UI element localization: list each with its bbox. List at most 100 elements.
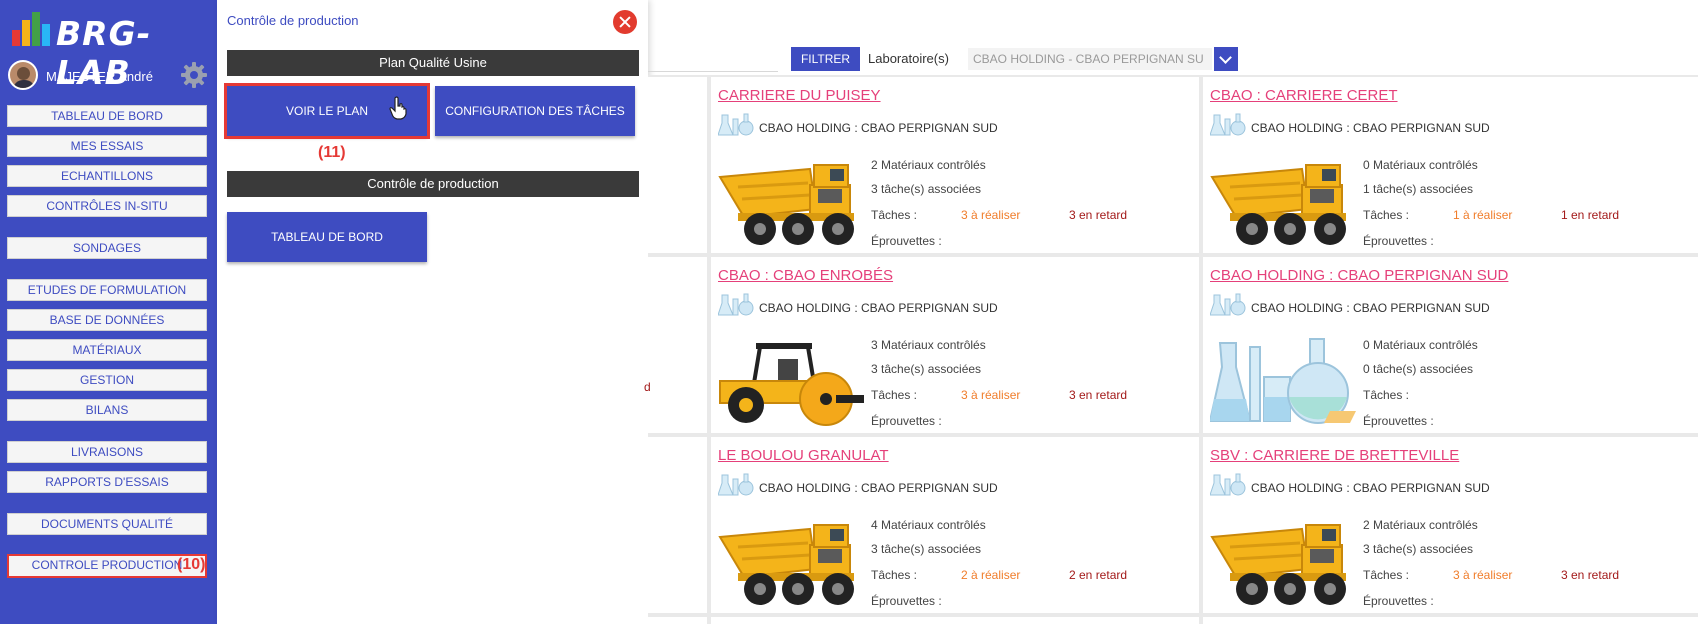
sidebar-item-documents-qualite[interactable]: DOCUMENTS QUALITÉ [7,513,207,535]
tasks-late: 3 en retard [1069,208,1128,222]
taches-label: Tâches : [1363,568,1410,582]
partial-card [648,437,707,613]
production-control-panel: Contrôle de production Plan Qualité Usin… [217,0,648,624]
site-card-lab: CBAO HOLDING : CBAO PERPIGNAN SUD [759,481,998,495]
annotation-11: (11) [318,144,346,161]
sidebar-item-livraisons[interactable]: LIVRAISONS [7,441,207,463]
taches-label: Tâches : [1363,208,1410,222]
tasks-late: 3 en retard [1561,568,1620,582]
dump-truck-icon [718,157,866,247]
sidebar-item-materiaux[interactable]: MATÉRIAUX [7,339,207,361]
partial-card [711,617,1199,624]
eprouvettes-label: Éprouvettes : [1363,594,1434,608]
site-card-lab: CBAO HOLDING : CBAO PERPIGNAN SUD [1251,301,1490,315]
site-card-title[interactable]: CARRIERE DU PUISEY [718,87,881,104]
site-card[interactable]: CBAO HOLDING : CBAO PERPIGNAN SUD CBAO H… [1203,257,1698,433]
lab-glassware-icon [1210,337,1358,427]
site-card-lab: CBAO HOLDING : CBAO PERPIGNAN SUD [1251,481,1490,495]
sidebar-item-bilans[interactable]: BILANS [7,399,207,421]
site-card-title[interactable]: CBAO HOLDING : CBAO PERPIGNAN SUD [1210,267,1508,284]
materials-count: 4 Matériaux contrôlés [871,518,986,532]
site-card[interactable]: LE BOULOU GRANULAT CBAO HOLDING : CBAO P… [711,437,1199,613]
logo-bars-icon [12,12,50,46]
close-button[interactable] [613,10,637,34]
sidebar-item-mes-essais[interactable]: MES ESSAIS [7,135,207,157]
materials-count: 2 Matériaux contrôlés [871,158,986,172]
sidebar-item-controles-in-situ[interactable]: CONTRÔLES IN-SITU [7,195,207,217]
taches-label: Tâches : [871,208,918,222]
lab-icon [1210,293,1246,317]
tasks-todo: 3 à réaliser [1453,568,1513,582]
lab-icon [718,113,754,137]
site-card[interactable]: CBAO : CARRIERE CERET CBAO HOLDING : CBA… [1203,77,1698,253]
tasks-count: 1 tâche(s) associées [1363,182,1474,196]
user-name: MAJESTER André [46,69,153,84]
avatar[interactable] [8,60,38,90]
annotation-10: (10) [177,556,206,573]
road-roller-icon [718,337,866,427]
tasks-count: 3 tâche(s) associées [871,542,982,556]
chevron-down-icon[interactable] [1214,47,1238,71]
partial-late-text: d [644,380,651,394]
site-card-lab: CBAO HOLDING : CBAO PERPIGNAN SUD [759,301,998,315]
tasks-count: 3 tâche(s) associées [1363,542,1474,556]
tasks-count: 0 tâche(s) associées [1363,362,1474,376]
tasks-todo: 3 à réaliser [961,208,1021,222]
tasks-count: 3 tâche(s) associées [871,362,982,376]
tableau-de-bord-button[interactable]: TABLEAU DE BORD [227,212,427,262]
sidebar-item-sondages[interactable]: SONDAGES [7,237,207,259]
eprouvettes-label: Éprouvettes : [871,414,942,428]
tasks-todo: 3 à réaliser [961,388,1021,402]
hand-cursor-icon [389,96,407,120]
sidebar-item-rapports-essais[interactable]: RAPPORTS D'ESSAIS [7,471,207,493]
sidebar-item-etudes-de-formulation[interactable]: ETUDES DE FORMULATION [7,279,207,301]
site-card-title[interactable]: CBAO : CARRIERE CERET [1210,87,1398,104]
sidebar-item-echantillons[interactable]: ECHANTILLONS [7,165,207,187]
sidebar-item-tableau-de-bord[interactable]: TABLEAU DE BORD [7,105,207,127]
materials-count: 0 Matériaux contrôlés [1363,338,1478,352]
tasks-todo: 2 à réaliser [961,568,1021,582]
tasks-todo: 1 à réaliser [1453,208,1513,222]
site-card[interactable]: CARRIERE DU PUISEY CBAO HOLDING : CBAO P… [711,77,1199,253]
materials-count: 3 Matériaux contrôlés [871,338,986,352]
site-card-title[interactable]: CBAO : CBAO ENROBÉS [718,267,893,284]
eprouvettes-label: Éprouvettes : [871,594,942,608]
eprouvettes-label: Éprouvettes : [871,234,942,248]
tasks-count: 3 tâche(s) associées [871,182,982,196]
laboratory-label: Laboratoire(s) [868,51,949,66]
tasks-late: 2 en retard [1069,568,1128,582]
lab-icon [718,473,754,497]
materials-count: 2 Matériaux contrôlés [1363,518,1478,532]
section-plan-qualite-usine: Plan Qualité Usine [227,50,639,76]
filter-button[interactable]: FILTRER [791,47,860,71]
search-underline[interactable] [648,71,778,72]
brg-lab-logo[interactable]: BRG-LAB [8,6,208,92]
taches-label: Tâches : [871,568,918,582]
section-controle-production: Contrôle de production [227,171,639,197]
partial-card [648,617,707,624]
tasks-late: 3 en retard [1069,388,1128,402]
site-card-grid: CARRIERE DU PUISEY CBAO HOLDING : CBAO P… [648,75,1698,624]
dump-truck-icon [1210,157,1358,247]
partial-card [648,77,707,253]
user-profile: MAJESTER André [8,60,208,92]
lab-icon [1210,113,1246,137]
site-card[interactable]: SBV : CARRIERE DE BRETTEVILLE CBAO HOLDI… [1203,437,1698,613]
eprouvettes-label: Éprouvettes : [1363,414,1434,428]
site-card-lab: CBAO HOLDING : CBAO PERPIGNAN SUD [759,121,998,135]
sidebar: BRG-LAB MAJESTER André TABLEAU DE BORD M… [0,0,217,624]
taches-label: Tâches : [1363,388,1410,402]
gear-icon[interactable] [180,61,208,89]
site-card-lab: CBAO HOLDING : CBAO PERPIGNAN SUD [1251,121,1490,135]
site-card[interactable]: CBAO : CBAO ENROBÉS CBAO HOLDING : CBAO … [711,257,1199,433]
partial-card [1203,617,1698,624]
site-card-title[interactable]: SBV : CARRIERE DE BRETTEVILLE [1210,447,1459,464]
site-card-title[interactable]: LE BOULOU GRANULAT [718,447,889,464]
lab-icon [718,293,754,317]
sidebar-item-gestion[interactable]: GESTION [7,369,207,391]
sidebar-item-base-de-donnees[interactable]: BASE DE DONNÉES [7,309,207,331]
dump-truck-icon [718,517,866,607]
configuration-taches-button[interactable]: CONFIGURATION DES TÂCHES [435,86,635,136]
eprouvettes-label: Éprouvettes : [1363,234,1434,248]
laboratory-select[interactable]: CBAO HOLDING - CBAO PERPIGNAN SU [968,48,1212,70]
